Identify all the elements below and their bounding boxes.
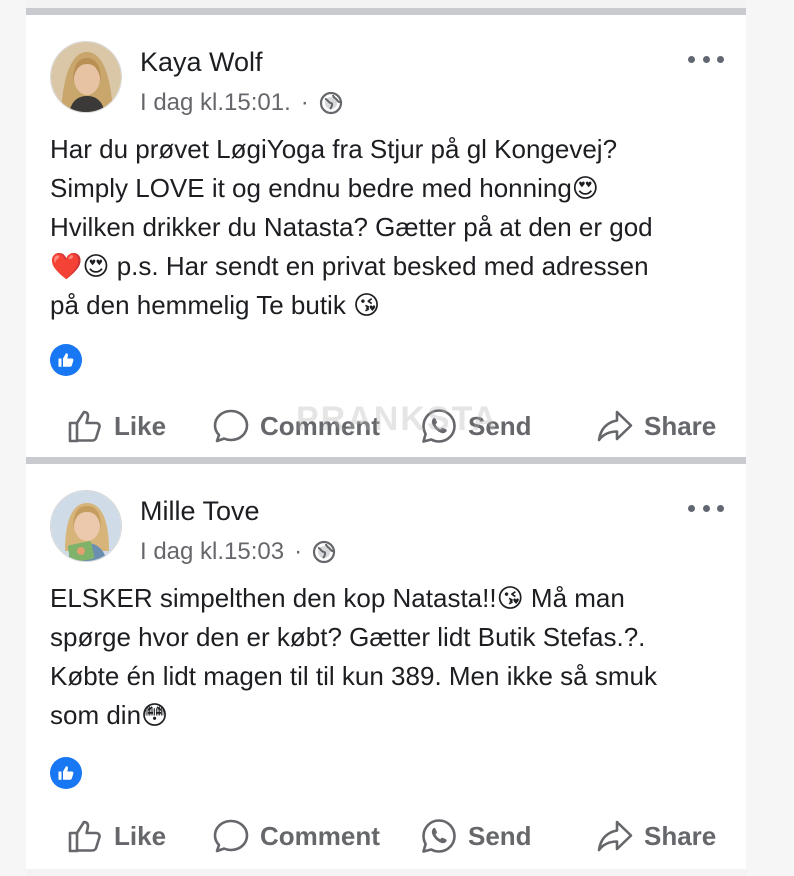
thumbs-up-icon (68, 820, 101, 853)
comment-icon (213, 409, 249, 443)
whatsapp-icon (422, 819, 456, 853)
post-meta: I dag kl.15:03 · (140, 538, 336, 566)
post-meta: I dag kl.15:01. · (140, 89, 343, 117)
post: Kaya Wolf I dag kl.15:01. · Har du prøve… (26, 8, 746, 460)
comment-button[interactable]: Comment (212, 812, 380, 860)
like-button[interactable]: Like (66, 402, 166, 450)
thumbs-up-icon (68, 410, 101, 443)
comment-icon (213, 819, 249, 853)
avatar[interactable] (50, 41, 122, 113)
post-text-line: Simply LOVE it og endnu bedre med honnin… (50, 173, 599, 203)
share-label: Share (644, 410, 717, 441)
post-text-line: Har du prøvet LøgiYoga fra Stjur på gl K… (50, 134, 618, 164)
background-left (0, 0, 26, 876)
author-name[interactable]: Kaya Wolf (140, 47, 263, 78)
post-text-line: Købte én lidt magen til til kun 389. Men… (50, 661, 657, 691)
post-timestamp[interactable]: I dag kl.15:03 (140, 538, 284, 566)
author-name[interactable]: Mille Tove (140, 496, 260, 527)
share-button[interactable]: Share (596, 812, 716, 860)
meta-separator: · (300, 89, 309, 116)
watermark: PRANKSTA (296, 400, 499, 438)
post: Mille Tove I dag kl.15:03 · ELSKER simpe… (26, 457, 746, 869)
post-text-line: på den hemmelig Te butik 😘 (50, 290, 381, 320)
share-arrow-icon (597, 410, 633, 442)
comment-label: Comment (260, 820, 380, 851)
action-bar: Like Comment Send Share (26, 812, 746, 860)
avatar[interactable] (50, 490, 122, 562)
post-timestamp[interactable]: I dag kl.15:01. (140, 89, 291, 117)
like-reaction-icon[interactable] (50, 344, 82, 376)
post-text-line: som din😳 (50, 700, 169, 730)
post-text: Har du prøvet LøgiYoga fra Stjur på gl K… (50, 130, 720, 325)
more-options-icon[interactable] (688, 51, 724, 67)
post-text-line: spørge hvor den er købt? Gætter lidt But… (50, 622, 646, 652)
share-button[interactable]: Share (596, 402, 716, 450)
send-button[interactable]: Send (420, 812, 532, 860)
like-button[interactable]: Like (66, 812, 166, 860)
post-text-line: ELSKER simpelthen den kop Natasta!!😘 Må … (50, 583, 625, 613)
send-label: Send (468, 820, 532, 851)
share-label: Share (644, 820, 717, 851)
more-options-icon[interactable] (688, 500, 724, 516)
like-label: Like (114, 820, 167, 851)
share-arrow-icon (597, 820, 633, 852)
background-right (746, 0, 794, 876)
like-label: Like (114, 410, 167, 441)
meta-separator: · (294, 538, 303, 565)
post-text-line: Hvilken drikker du Natasta? Gætter på at… (50, 212, 653, 242)
globe-icon (319, 91, 343, 115)
post-text-line: ❤️😍 p.s. Har sendt en privat besked med … (50, 251, 649, 281)
like-reaction-icon[interactable] (50, 757, 82, 789)
post-text: ELSKER simpelthen den kop Natasta!!😘 Må … (50, 579, 720, 735)
globe-icon (312, 540, 336, 564)
